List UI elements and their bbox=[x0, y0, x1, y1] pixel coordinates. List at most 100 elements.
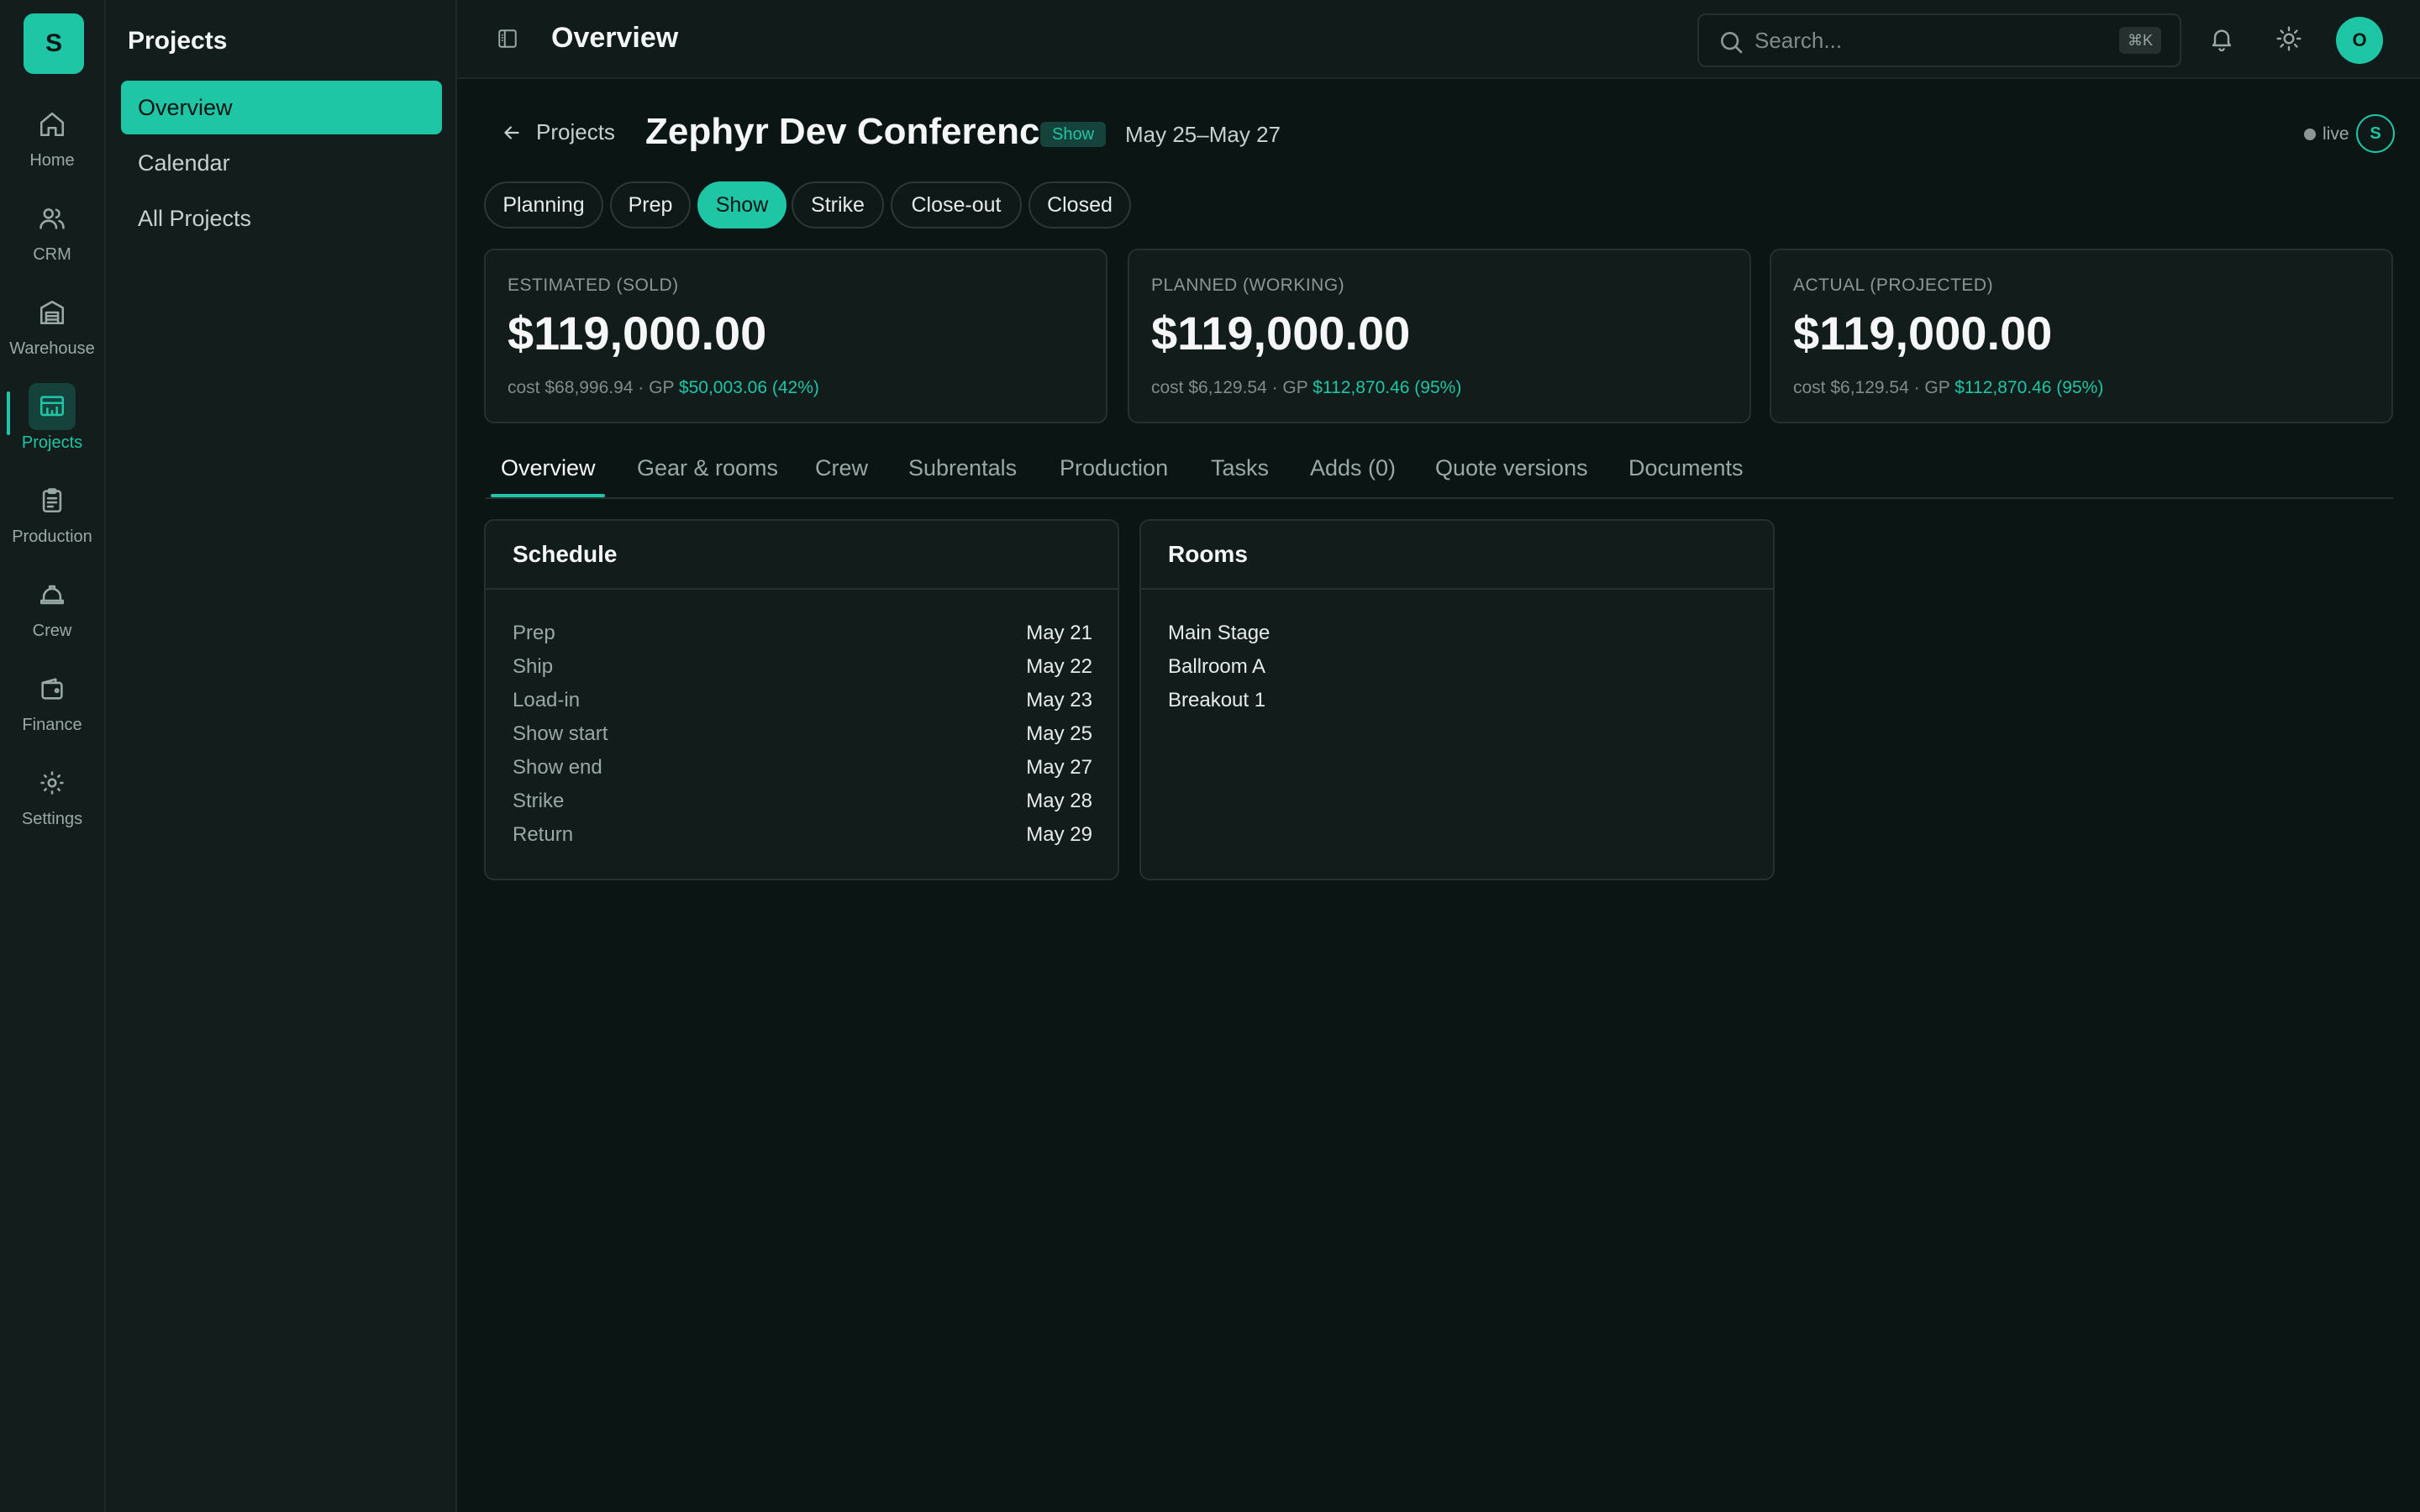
user-avatar[interactable]: O bbox=[2336, 17, 2383, 64]
schedule-date: May 27 bbox=[1026, 756, 1092, 779]
tab-documents[interactable]: Documents bbox=[1628, 455, 1744, 481]
tab-quote-versions[interactable]: Quote versions bbox=[1435, 455, 1588, 481]
rail-label: Crew bbox=[32, 622, 72, 640]
financial-cost-line: cost $68,996.94 · GP $50,003.06 (42%) bbox=[508, 378, 819, 398]
gear-icon bbox=[29, 759, 76, 806]
tab-crew[interactable]: Crew bbox=[815, 455, 868, 481]
schedule-date: May 22 bbox=[1026, 655, 1092, 678]
rail-label: Production bbox=[12, 528, 92, 546]
room-item: Ballroom A bbox=[1168, 655, 1266, 678]
schedule-row: Show start May 25 bbox=[513, 717, 1092, 751]
rail-label: Warehouse bbox=[9, 339, 95, 358]
project-title: Zephyr Dev Conference bbox=[645, 111, 1060, 152]
tab-production[interactable]: Production bbox=[1060, 455, 1168, 481]
schedule-row: Return May 29 bbox=[513, 818, 1092, 852]
subnav-item-calendar[interactable]: Calendar bbox=[121, 136, 442, 190]
search-placeholder: Search... bbox=[1754, 27, 1843, 53]
search-icon bbox=[1718, 29, 1744, 61]
financial-gp: $112,870.46 (95%) bbox=[1954, 378, 2104, 397]
rail-item-projects[interactable]: Projects bbox=[0, 383, 104, 467]
phase-pill-closed[interactable]: Closed bbox=[1028, 181, 1131, 228]
logo-letter: S bbox=[45, 29, 62, 57]
tab-subrentals[interactable]: Subrentals bbox=[908, 455, 1017, 481]
projects-icon bbox=[29, 383, 76, 430]
financial-label: ESTIMATED (SOLD) bbox=[508, 276, 679, 295]
live-label: live bbox=[2323, 124, 2349, 144]
rail-item-production[interactable]: Production bbox=[0, 477, 104, 561]
rail-item-home[interactable]: Home bbox=[0, 101, 104, 185]
tab-gear-rooms[interactable]: Gear & rooms bbox=[637, 455, 778, 481]
schedule-panel: Schedule Prep May 21 Ship May 22 Load-in Ma… bbox=[484, 519, 1119, 880]
app-logo[interactable]: S bbox=[24, 13, 84, 74]
financial-cost: cost $6,129.54 · GP bbox=[1151, 378, 1313, 397]
top-bar: Overview Search... ⌘K O bbox=[457, 0, 2420, 79]
subnav-item-all-projects[interactable]: All Projects bbox=[121, 192, 442, 245]
active-tab-underline bbox=[491, 494, 605, 497]
financial-gp: $112,870.46 (95%) bbox=[1313, 378, 1462, 397]
schedule-label: Prep bbox=[513, 622, 555, 644]
tab-tasks[interactable]: Tasks bbox=[1211, 455, 1269, 481]
bell-icon[interactable] bbox=[2205, 22, 2238, 55]
schedule-row: Show end May 27 bbox=[513, 751, 1092, 785]
search-input[interactable]: Search... ⌘K bbox=[1697, 13, 2181, 67]
schedule-label: Load-in bbox=[513, 689, 581, 711]
home-icon bbox=[29, 101, 76, 148]
rail-item-finance[interactable]: Finance bbox=[0, 665, 104, 749]
phase-pill-planning[interactable]: Planning bbox=[484, 181, 603, 228]
subnav-title: Projects bbox=[128, 27, 228, 55]
hardhat-icon bbox=[29, 571, 76, 618]
live-dot-icon bbox=[2304, 129, 2316, 140]
rail-label: Finance bbox=[22, 716, 82, 734]
rail-item-warehouse[interactable]: Warehouse bbox=[0, 289, 104, 373]
financial-label: ACTUAL (PROJECTED) bbox=[1793, 276, 1994, 295]
theme-toggle-icon[interactable] bbox=[2272, 22, 2306, 55]
phase-pill-strike[interactable]: Strike bbox=[792, 181, 884, 228]
tab-adds[interactable]: Adds (0) bbox=[1310, 455, 1396, 481]
status-badge: Show bbox=[1040, 122, 1107, 147]
rooms-panel: Rooms Main Stage Ballroom A Breakout 1 bbox=[1139, 519, 1775, 880]
rail-label: Settings bbox=[21, 810, 83, 828]
rail-label: Projects bbox=[21, 433, 83, 452]
financial-cost-line: cost $6,129.54 · GP $112,870.46 (95%) bbox=[1151, 378, 1461, 398]
rail-item-settings[interactable]: Settings bbox=[0, 759, 104, 843]
app-rail: S Home CRM Warehouse Projects Production bbox=[0, 0, 106, 1512]
schedule-date: May 25 bbox=[1026, 722, 1092, 745]
schedule-label: Return bbox=[513, 823, 574, 846]
rail-item-crm[interactable]: CRM bbox=[0, 195, 104, 279]
clipboard-icon bbox=[29, 477, 76, 524]
schedule-row: Ship May 22 bbox=[513, 650, 1092, 684]
wallet-icon bbox=[29, 665, 76, 712]
financial-card-planned: PLANNED (WORKING) $119,000.00 cost $6,12… bbox=[1128, 249, 1751, 423]
phase-pill-close-out[interactable]: Close-out bbox=[891, 181, 1022, 228]
schedule-date: May 21 bbox=[1026, 622, 1092, 644]
room-item: Breakout 1 bbox=[1168, 689, 1266, 711]
rail-label: Home bbox=[29, 151, 75, 170]
phase-pill-show[interactable]: Show bbox=[697, 181, 786, 228]
schedule-label: Ship bbox=[513, 655, 554, 678]
schedule-label: Show start bbox=[513, 722, 608, 745]
back-to-projects-link[interactable]: Projects bbox=[501, 119, 615, 145]
rail-item-crew[interactable]: Crew bbox=[0, 571, 104, 655]
project-dates: May 25–May 27 bbox=[1125, 122, 1281, 147]
back-label: Projects bbox=[536, 119, 615, 144]
financial-amount: $119,000.00 bbox=[1151, 307, 1411, 360]
phase-pill-prep[interactable]: Prep bbox=[610, 181, 691, 228]
financial-card-estimated: ESTIMATED (SOLD) $119,000.00 cost $68,99… bbox=[484, 249, 1107, 423]
room-item: Main Stage bbox=[1168, 622, 1270, 644]
rooms-title: Rooms bbox=[1141, 521, 1773, 590]
schedule-date: May 23 bbox=[1026, 689, 1092, 711]
schedule-date: May 28 bbox=[1026, 790, 1092, 812]
schedule-title: Schedule bbox=[486, 521, 1118, 590]
schedule-row: Prep May 21 bbox=[513, 617, 1092, 650]
subnav-item-overview[interactable]: Overview bbox=[121, 81, 442, 134]
financial-label: PLANNED (WORKING) bbox=[1151, 276, 1345, 295]
tab-overview[interactable]: Overview bbox=[501, 455, 596, 481]
financial-amount: $119,000.00 bbox=[508, 307, 767, 360]
arrow-left-icon bbox=[504, 125, 519, 139]
schedule-row: Load-in May 23 bbox=[513, 684, 1092, 717]
sidebar-toggle-icon[interactable] bbox=[494, 25, 521, 52]
presence-avatar[interactable]: S bbox=[2356, 114, 2395, 153]
live-indicator: live bbox=[2304, 124, 2349, 144]
schedule-date: May 29 bbox=[1026, 823, 1092, 846]
financial-amount: $119,000.00 bbox=[1793, 307, 2053, 360]
